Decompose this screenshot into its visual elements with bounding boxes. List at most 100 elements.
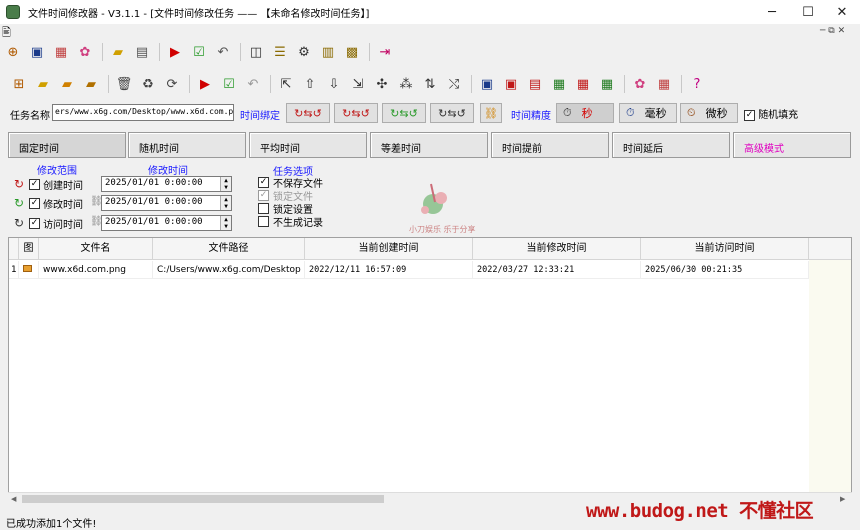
checkbox-icon bbox=[258, 203, 269, 214]
header-accessed[interactable]: 当前访问时间 bbox=[641, 238, 809, 260]
stopwatch-icon: ⏱ bbox=[563, 106, 572, 119]
excel-icon[interactable]: ▦ bbox=[598, 75, 616, 93]
minimize-button[interactable]: ─ bbox=[754, 0, 790, 24]
tab-average-time[interactable]: 平均时间 bbox=[249, 132, 367, 158]
calendar-icon[interactable]: ▩ bbox=[343, 43, 361, 61]
open-folder-icon[interactable]: ▰ bbox=[109, 43, 127, 61]
header-created[interactable]: 当前创建时间 bbox=[305, 238, 473, 260]
tab-arithmetic-time[interactable]: 等差时间 bbox=[370, 132, 488, 158]
exit-icon[interactable]: ⇥ bbox=[376, 43, 394, 61]
calc-icon[interactable]: ▦ bbox=[574, 75, 592, 93]
watermark-logo: 小刀娱乐 乐于分享 bbox=[409, 183, 476, 234]
header-filename[interactable]: 文件名 bbox=[39, 238, 153, 260]
header-filepath[interactable]: 文件路径 bbox=[153, 238, 305, 260]
toolbar-main: ⊕ ▣ ▦ ✿ ▰ ▤ ▶ ☑ ↶ ◫ ☰ ⚙ ▥ ▩ ⇥ bbox=[4, 40, 400, 64]
created-label: 创建时间 bbox=[43, 180, 84, 192]
list-icon[interactable]: ☰ bbox=[271, 43, 289, 61]
notes-icon[interactable]: ▥ bbox=[319, 43, 337, 61]
sort-icon[interactable]: ⇅ bbox=[421, 75, 439, 93]
app-icon bbox=[6, 5, 20, 19]
import-icon[interactable]: ⇱ bbox=[277, 75, 295, 93]
unbind-button[interactable]: ⛓ bbox=[480, 103, 502, 123]
help-icon[interactable]: ? bbox=[688, 75, 706, 93]
tab-random-time[interactable]: 随机时间 bbox=[128, 132, 246, 158]
grid-icon[interactable]: ▦ bbox=[655, 75, 673, 93]
header-modified[interactable]: 当前修改时间 bbox=[473, 238, 641, 260]
tab-advanced-mode[interactable]: 高级模式 bbox=[733, 132, 851, 158]
table-row[interactable]: 1 www.x6d.com.png C:/Users/www.x6g.com/D… bbox=[9, 261, 851, 279]
image-file-icon bbox=[19, 261, 39, 279]
option-no-log[interactable]: 不生成记录 bbox=[258, 215, 323, 229]
copy-icon[interactable]: ▤ bbox=[526, 75, 544, 93]
undo-icon[interactable]: ↶ bbox=[214, 43, 232, 61]
check-icon[interactable]: ☑ bbox=[190, 43, 208, 61]
cross-icon[interactable]: ⤭ bbox=[445, 75, 463, 93]
add-folder-icon[interactable]: ▰ bbox=[34, 75, 52, 93]
accessed-spinner[interactable]: ▲ ▼ bbox=[220, 216, 231, 230]
scroll-thumb[interactable] bbox=[22, 495, 384, 503]
run-icon[interactable]: ▶ bbox=[196, 75, 214, 93]
created-checkbox[interactable]: ✓ bbox=[29, 178, 41, 190]
grid-icon[interactable]: ▦ bbox=[52, 43, 70, 61]
random-fill-label: 随机填充 bbox=[758, 110, 799, 121]
color-wheel-icon[interactable]: ✿ bbox=[76, 43, 94, 61]
new-task-icon[interactable]: ⊕ bbox=[4, 43, 22, 61]
separator bbox=[240, 43, 241, 61]
tab-fixed-time[interactable]: 固定时间 bbox=[8, 132, 126, 158]
precision-microseconds[interactable]: ⏲ 微秒 bbox=[680, 103, 738, 123]
save-task-icon[interactable]: ▣ bbox=[28, 43, 46, 61]
settings-icon[interactable]: ⚙ bbox=[295, 43, 313, 61]
file-grid[interactable]: 图 文件名 文件路径 当前创建时间 当前修改时间 当前访问时间 1 www.x6… bbox=[8, 237, 852, 504]
bind-button-2[interactable]: ↻⇆↺ bbox=[334, 103, 378, 123]
excel-green-icon[interactable]: ▦ bbox=[550, 75, 568, 93]
move-down-icon[interactable]: ⇩ bbox=[325, 75, 343, 93]
folders-alt-icon[interactable]: ▰ bbox=[82, 75, 100, 93]
tab-time-later[interactable]: 时间延后 bbox=[612, 132, 730, 158]
accessed-date-field[interactable]: 2025/01/01 0:00:00 ▲ ▼ bbox=[101, 215, 232, 231]
export-icon[interactable]: ⇲ bbox=[349, 75, 367, 93]
window-icon[interactable]: ◫ bbox=[247, 43, 265, 61]
undo-icon[interactable]: ↶ bbox=[244, 75, 262, 93]
bind-button-4[interactable]: ↻⇆↺ bbox=[430, 103, 474, 123]
precision-milliseconds[interactable]: ⏱ 毫秒 bbox=[619, 103, 677, 123]
separator bbox=[681, 75, 682, 93]
shuffle-icon[interactable]: ✣ bbox=[373, 75, 391, 93]
modified-checkbox[interactable]: ✓ bbox=[29, 197, 41, 209]
modified-date-field[interactable]: 2025/01/01 0:00:00 ▲ ▼ bbox=[101, 195, 232, 211]
accessed-checkbox[interactable]: ✓ bbox=[29, 217, 41, 229]
close-button[interactable]: ✕ bbox=[824, 0, 860, 24]
color-wheel-icon[interactable]: ✿ bbox=[631, 75, 649, 93]
recycle-icon[interactable]: ♻ bbox=[139, 75, 157, 93]
delete-icon[interactable]: 🗑 bbox=[115, 75, 133, 93]
precision-seconds[interactable]: ⏱ 秒 bbox=[556, 103, 614, 123]
modified-spinner[interactable]: ▲ ▼ bbox=[220, 196, 231, 210]
task-name-input[interactable]: ers/www.x6g.com/Desktop/www.x6d.com.png bbox=[52, 104, 234, 121]
save-icon[interactable]: ▣ bbox=[478, 75, 496, 93]
move-up-icon[interactable]: ⇧ bbox=[301, 75, 319, 93]
tab-time-earlier[interactable]: 时间提前 bbox=[491, 132, 609, 158]
created-spinner[interactable]: ▲ ▼ bbox=[220, 177, 231, 191]
maximize-button[interactable]: ☐ bbox=[790, 0, 826, 24]
paste-files-icon[interactable]: ⊞ bbox=[10, 75, 28, 93]
header-icon[interactable]: 图 bbox=[19, 238, 39, 260]
stopwatch-icon: ⏱ bbox=[626, 106, 635, 119]
refresh-icon[interactable]: ⟳ bbox=[163, 75, 181, 93]
run-icon[interactable]: ▶ bbox=[166, 43, 184, 61]
check-icon[interactable]: ☑ bbox=[220, 75, 238, 93]
bind-button-1[interactable]: ↻⇆↺ bbox=[286, 103, 330, 123]
tree-icon[interactable]: ⁂ bbox=[397, 75, 415, 93]
scroll-left-icon[interactable]: ◀ bbox=[11, 493, 16, 505]
bind-icon: ↻⇆↺ bbox=[390, 106, 418, 120]
modified-label: 修改时间 bbox=[43, 199, 84, 211]
bind-button-3[interactable]: ↻⇆↺ bbox=[382, 103, 426, 123]
mdi-controls[interactable]: ─ ⧉ ✕ bbox=[820, 26, 845, 36]
random-fill-checkbox[interactable]: ✓ 随机填充 bbox=[744, 106, 798, 121]
status-text: 已成功添加1个文件! bbox=[6, 519, 97, 530]
save-red-icon[interactable]: ▣ bbox=[502, 75, 520, 93]
paste-icon[interactable]: ▤ bbox=[133, 43, 151, 61]
scroll-right-icon[interactable]: ▶ bbox=[840, 493, 845, 505]
folders-icon[interactable]: ▰ bbox=[58, 75, 76, 93]
created-date-field[interactable]: 2025/01/01 0:00:00 ▲ ▼ bbox=[101, 176, 232, 192]
accessed-date-value: 2025/01/01 0:00:00 bbox=[105, 217, 203, 227]
cell-modified: 2022/03/27 12:33:21 bbox=[473, 261, 641, 279]
